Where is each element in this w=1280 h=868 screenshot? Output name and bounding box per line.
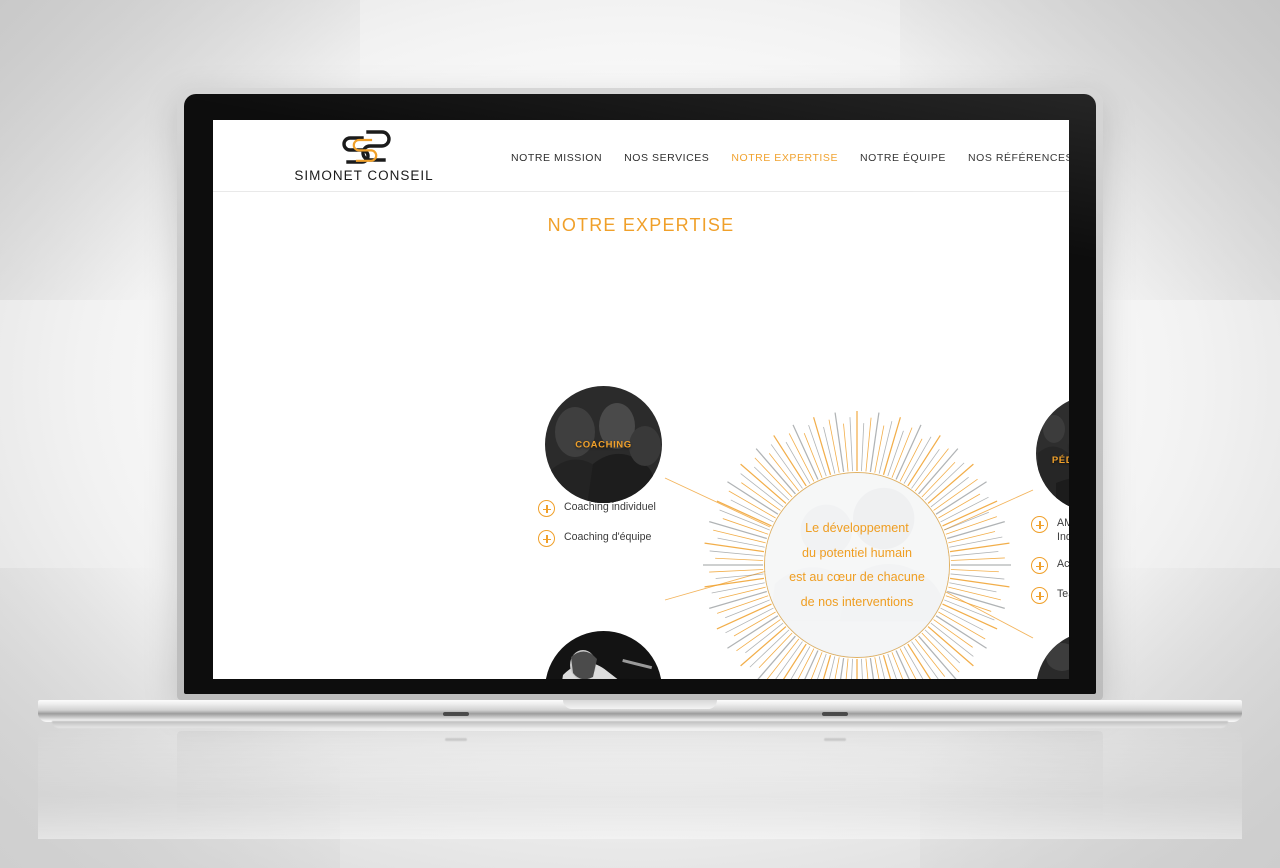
feature-list-formats: AMI : Accompagnement Managérial Individu… [1031, 515, 1069, 616]
nav-item-notre-equipe[interactable]: NOTRE ÉQUIPE [849, 151, 957, 165]
nav-item-nos-services[interactable]: NOS SERVICES [613, 151, 720, 165]
laptop-base-lip [52, 721, 1228, 728]
laptop-screen: SIMONET CONSEIL NOTRE MISSION NOS SERVIC… [213, 120, 1069, 679]
center-statement: Le développement du potentiel humain est… [765, 516, 949, 614]
list-item[interactable]: Coaching d'équipe [538, 529, 748, 547]
plus-icon [538, 530, 555, 547]
center-statement-line-1: Le développement [805, 520, 909, 535]
list-item[interactable]: AMI : Accompagnement Managérial Individu… [1031, 515, 1069, 544]
bubble-ateliers-label: ATELIERSTHÉMATIQUES [545, 677, 662, 680]
center-medallion: Le développement du potentiel humain est… [764, 472, 950, 658]
list-item[interactable]: Team Building [1031, 586, 1069, 604]
laptop-foot-reflection-left [445, 738, 467, 741]
laptop-foot-right [822, 712, 848, 716]
laptop-lid-reflection [177, 731, 1103, 861]
nav-item-notre-expertise[interactable]: NOTRE EXPERTISE [720, 151, 849, 165]
plus-icon [1031, 516, 1048, 533]
site-header: SIMONET CONSEIL NOTRE MISSION NOS SERVIC… [213, 120, 1069, 192]
plus-icon [1031, 587, 1048, 604]
feature-list-coaching: Coaching individuel Coaching d'équipe [538, 499, 748, 559]
laptop-foot-left [443, 712, 469, 716]
center-statement-line-4: de nos interventions [800, 594, 914, 609]
main-navigation: NOTRE MISSION NOS SERVICES NOTRE EXPERTI… [500, 151, 1069, 165]
bubble-formats-pedagogiques[interactable]: FORMATSPÉDAGOGIQUES [1036, 395, 1069, 512]
feature-label: AMI : Accompagnement Managérial Individu… [1057, 517, 1069, 543]
expertise-diagram: Le développement du potentiel humain est… [213, 240, 1069, 679]
page-title: NOTRE EXPERTISE [547, 215, 735, 235]
center-statement-line-3: est au cœur de chacune [789, 570, 925, 584]
bubble-coaching[interactable]: COACHING [545, 386, 662, 503]
center-statement-line-2: du potentiel humain [802, 545, 912, 560]
plus-icon [538, 500, 555, 517]
feature-label: Coaching d'équipe [564, 531, 652, 543]
bubble-coaching-label: COACHING [575, 439, 632, 450]
brand-logo[interactable]: SIMONET CONSEIL [289, 128, 439, 183]
nav-item-nos-references[interactable]: NOS RÉFÉRENCES [957, 151, 1069, 165]
laptop-foot-reflection-right [824, 738, 846, 741]
nav-item-notre-mission[interactable]: NOTRE MISSION [500, 151, 613, 165]
bubble-outils-photo [1036, 631, 1069, 679]
laptop-base-notch [563, 700, 717, 709]
feature-label: Team Building [1057, 588, 1069, 600]
bubble-ateliers-photo [545, 631, 662, 679]
feature-label: Accompagnement Collectif [1057, 558, 1069, 570]
list-item[interactable]: Coaching individuel [538, 499, 748, 517]
bubble-outils[interactable]: OUTILS [1036, 631, 1069, 679]
plus-icon [1031, 557, 1048, 574]
feature-label: Coaching individuel [564, 501, 656, 513]
simonet-s-monogram-icon [342, 130, 391, 164]
list-item[interactable]: Accompagnement Collectif [1031, 556, 1069, 574]
bubble-formats-label: FORMATSPÉDAGOGIQUES [1051, 454, 1069, 466]
bubble-ateliers-thematiques[interactable]: ATELIERSTHÉMATIQUES [545, 631, 662, 679]
laptop-mockup: SIMONET CONSEIL NOTRE MISSION NOS SERVIC… [0, 0, 1280, 868]
brand-name: SIMONET CONSEIL [294, 168, 434, 183]
